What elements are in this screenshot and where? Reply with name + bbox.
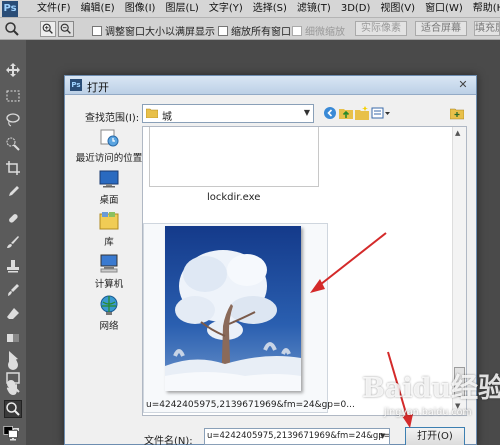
photoshop-logo: Ps [2,1,18,17]
view-menu-icon[interactable] [371,106,391,120]
color-swatches-icon[interactable] [3,424,23,440]
scrubby-zoom-checkbox[interactable]: 细微缩放 [292,23,345,38]
clone-stamp-tool-icon[interactable] [5,258,21,274]
crop-tool-icon[interactable] [5,160,21,176]
menu-items: 文件(F) 编辑(E) 图像(I) 图层(L) 文字(Y) 选择(S) 滤镜(T… [32,0,500,18]
options-bar: 调整窗口大小以满屏显示 缩放所有窗口 细微缩放 实际像素 适合屏幕 填充屏幕 [0,18,500,40]
place-computer[interactable]: 计算机 [73,252,145,290]
file-name-photo: u=4242405975,2139671969&fm=24&gp=0... [146,400,355,410]
menu-filter[interactable]: 滤镜(T) [292,0,336,18]
fit-screen-button[interactable]: 适合屏幕 [415,21,467,36]
photoshop-icon: Ps [70,79,82,91]
scroll-up-icon[interactable]: ▲ [455,129,460,137]
menu-image[interactable]: 图像(I) [120,0,161,18]
new-folder-icon[interactable] [355,106,369,120]
eyedropper-tool-icon[interactable] [5,184,21,200]
library-icon [99,212,119,230]
network-icon [100,295,118,315]
file-item-lockdir[interactable] [149,127,319,187]
folder-icon [146,108,158,118]
file-name-lockdir: lockdir.exe [207,192,261,203]
recent-places-icon [100,129,119,147]
watermark-url: jingyan.baidu.com [384,407,472,418]
checkbox-icon [92,25,102,36]
menu-file[interactable]: 文件(F) [32,0,76,18]
marquee-tool-icon[interactable] [5,88,21,104]
gradient-tool-icon[interactable] [5,330,21,346]
baidu-logo: Baidu经验 [362,373,500,404]
file-item-photo[interactable]: u=4242405975,2139671969&fm=24&gp=0... [143,223,355,413]
zoom-tool-preset-icon[interactable] [4,21,20,37]
menu-3d[interactable]: 3D(D) [336,0,376,18]
folder-icon[interactable] [450,106,464,120]
chevron-down-icon: ▼ [303,108,310,117]
menu-edit[interactable]: 编辑(E) [76,0,120,18]
back-icon[interactable] [323,106,337,120]
look-in-label: 查找范围(I): [85,113,140,124]
menu-layer[interactable]: 图层(L) [160,0,203,18]
menu-window[interactable]: 窗口(W) [420,0,468,18]
zoom-all-windows-checkbox[interactable]: 缩放所有窗口 [218,23,291,38]
menu-select[interactable]: 选择(S) [248,0,292,18]
dialog-title-bar[interactable]: Ps 打开 ✕ [65,76,476,95]
place-recent[interactable]: 最近访问的位置 [73,126,145,164]
computer-icon [100,254,118,273]
close-button[interactable]: ✕ [456,78,470,92]
place-network[interactable]: 网络 [73,294,145,332]
zoom-out-icon[interactable] [58,21,74,37]
look-in-value: 城 [162,112,172,123]
checkbox-icon [218,25,228,36]
snow-tree-thumbnail [165,226,301,391]
path-selection-tool-icon[interactable] [5,350,21,366]
eraser-tool-icon[interactable] [5,306,21,322]
lasso-tool-icon[interactable] [5,112,21,128]
actual-pixels-button[interactable]: 实际像素 [355,21,407,36]
checkbox-icon [292,25,302,36]
desktop-icon [99,170,119,188]
dialog-title: 打开 [87,81,109,94]
resize-windows-checkbox[interactable]: 调整窗口大小以满屏显示 [92,23,215,38]
move-tool-icon[interactable] [5,62,21,78]
zoom-in-icon[interactable] [40,21,56,37]
look-in-dropdown[interactable]: 城 ▼ [142,104,314,123]
zoom-tool-icon[interactable] [4,400,22,418]
menu-help[interactable]: 帮助(H) [468,0,500,18]
hand-tool-icon[interactable] [5,380,21,396]
baidu-watermark: Baidu经验 jingyan.baidu.com [360,366,500,432]
filename-label: 文件名(N): [144,436,193,445]
quick-selection-tool-icon[interactable] [5,136,21,152]
brush-tool-icon[interactable] [5,234,21,250]
menu-type[interactable]: 文字(Y) [204,0,248,18]
place-library[interactable]: 库 [73,210,145,248]
chevron-down-icon[interactable]: ▼ [380,432,385,440]
healing-brush-tool-icon[interactable] [5,210,21,226]
fill-screen-button[interactable]: 填充屏幕 [474,21,500,36]
menu-view[interactable]: 视图(V) [375,0,420,18]
history-brush-tool-icon[interactable] [5,282,21,298]
menu-bar: Ps 文件(F) 编辑(E) 图像(I) 图层(L) 文字(Y) 选择(S) 滤… [0,0,500,18]
place-desktop[interactable]: 桌面 [73,168,145,206]
places-bar: 最近访问的位置 桌面 库 计算机 网络 [73,126,145,396]
up-folder-icon[interactable] [339,106,353,120]
